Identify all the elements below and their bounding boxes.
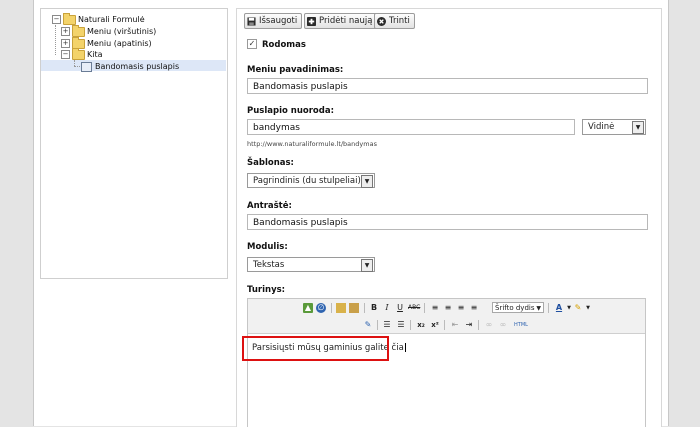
text-caret xyxy=(404,343,406,352)
editor-toolbar: ▲ ∅ B I U ABC ≡ ≡ ≡ ≡ Šrifto dydis ▼ A ▼… xyxy=(248,299,645,334)
subscript-icon[interactable]: x₂ xyxy=(416,320,426,330)
link-input[interactable]: bandymas xyxy=(247,119,575,135)
link-label: Puslapio nuoroda: xyxy=(247,106,334,116)
collapse-icon[interactable]: − xyxy=(52,15,61,24)
tree-guide xyxy=(74,66,80,67)
link-type-select[interactable]: Vidinė ▼ xyxy=(582,119,646,135)
bold-icon[interactable]: B xyxy=(369,303,379,313)
menu-name-label: Meniu pavadinimas: xyxy=(247,65,344,75)
module-select[interactable]: Tekstas ▼ xyxy=(247,257,375,272)
unlink-icon[interactable]: ∞ xyxy=(498,320,508,330)
font-color-icon[interactable]: A xyxy=(554,303,564,313)
toolbar-separator xyxy=(424,303,425,313)
insert-link-disabled-icon[interactable]: ∞ xyxy=(484,320,494,330)
folder-icon xyxy=(72,24,85,37)
toolbar-separator xyxy=(478,320,479,330)
visible-label: Rodomas xyxy=(262,40,306,50)
page-icon xyxy=(81,61,92,72)
delete-button[interactable]: Trinti xyxy=(374,13,415,29)
underline-icon[interactable]: U xyxy=(395,303,405,313)
template-label: Šablonas: xyxy=(247,158,294,168)
toolbar-separator xyxy=(364,303,365,313)
link-url-hint: http://www.naturaliformule.lt/bandymas xyxy=(247,140,377,148)
tree-node-kita[interactable]: − Kita xyxy=(61,47,103,60)
italic-icon[interactable]: I xyxy=(382,303,392,313)
dropdown-arrow-icon: ▼ xyxy=(632,121,644,134)
rich-text-editor[interactable]: ▲ ∅ B I U ABC ≡ ≡ ≡ ≡ Šrifto dydis ▼ A ▼… xyxy=(247,298,646,427)
delete-icon xyxy=(377,16,386,26)
paste-word-icon[interactable] xyxy=(349,303,359,313)
dropdown-arrow-icon[interactable]: ▼ xyxy=(583,303,593,313)
outdent-icon[interactable]: ⇤ xyxy=(450,320,460,330)
highlight-color-icon[interactable]: ✎ xyxy=(573,303,583,313)
expand-icon[interactable]: + xyxy=(61,27,70,36)
font-size-select[interactable]: Šrifto dydis ▼ xyxy=(492,302,544,313)
plus-icon xyxy=(307,16,316,26)
add-new-button[interactable]: Pridėti naują xyxy=(304,13,378,29)
align-justify-icon[interactable]: ≡ xyxy=(469,303,479,313)
visible-checkbox[interactable]: ✓ xyxy=(247,39,257,49)
insert-image-icon[interactable]: ▲ xyxy=(303,303,313,313)
tree-node-meniu-virsutinis[interactable]: + Meniu (viršutinis) xyxy=(61,24,156,37)
save-button[interactable]: Išsaugoti xyxy=(244,13,303,29)
align-center-icon[interactable]: ≡ xyxy=(443,303,453,313)
title-input[interactable]: Bandomasis puslapis xyxy=(247,214,648,230)
dropdown-arrow-icon: ▼ xyxy=(536,305,541,312)
content-label: Turinys: xyxy=(247,285,286,295)
toolbar-separator xyxy=(331,303,332,313)
tree-guide xyxy=(55,25,56,55)
numbered-list-icon[interactable]: ☰ xyxy=(396,320,406,330)
strikethrough-icon[interactable]: ABC xyxy=(408,303,420,313)
dropdown-arrow-icon: ▼ xyxy=(361,259,373,272)
toolbar-separator xyxy=(548,303,549,313)
indent-icon[interactable]: ⇥ xyxy=(464,320,474,330)
html-source-icon[interactable]: HTML xyxy=(514,320,528,330)
tree-node-bandomasis-puslapis[interactable]: Bandomasis puslapis xyxy=(81,61,179,72)
paste-icon[interactable] xyxy=(336,303,346,313)
toolbar-separator xyxy=(444,320,445,330)
template-select[interactable]: Pagrindinis (du stulpeliai) ▼ xyxy=(247,173,375,188)
title-label: Antraštė: xyxy=(247,201,292,211)
toolbar-separator xyxy=(377,320,378,330)
expand-icon[interactable]: + xyxy=(61,39,70,48)
highlight-box xyxy=(242,336,389,361)
folder-icon xyxy=(72,47,85,60)
align-left-icon[interactable]: ≡ xyxy=(430,303,440,313)
collapse-icon[interactable]: − xyxy=(61,50,70,59)
superscript-icon[interactable]: x² xyxy=(430,320,440,330)
module-label: Modulis: xyxy=(247,242,288,252)
menu-name-input[interactable]: Bandomasis puslapis xyxy=(247,78,648,94)
folder-icon xyxy=(63,12,76,25)
bullet-list-icon[interactable]: ☰ xyxy=(382,320,392,330)
toolbar-separator xyxy=(410,320,411,330)
insert-link-icon[interactable]: ∅ xyxy=(316,303,326,313)
tree-node-root[interactable]: − Naturali Formulė xyxy=(52,12,145,25)
floppy-disk-icon xyxy=(247,16,256,26)
align-right-icon[interactable]: ≡ xyxy=(456,303,466,313)
edit-html-icon[interactable]: ✎ xyxy=(363,320,373,330)
dropdown-arrow-icon: ▼ xyxy=(361,175,373,188)
